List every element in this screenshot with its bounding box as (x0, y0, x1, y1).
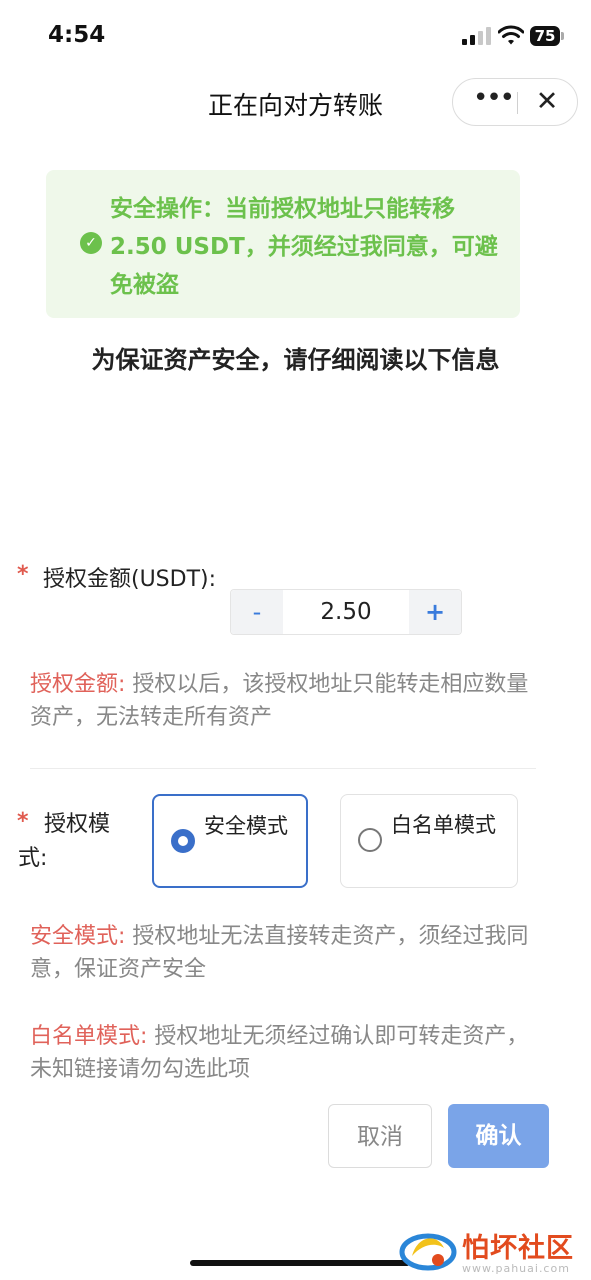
battery-tip (561, 32, 564, 40)
amount-label: 授权金额(USDT): (43, 567, 217, 592)
required-mark: * (17, 809, 29, 834)
divider (30, 768, 536, 769)
mini-program-capsule: ••• ✕ (452, 78, 578, 126)
amount-stepper: - 2.50 + (230, 589, 462, 635)
amount-description: 授权金额: 授权以后，该授权地址只能转走相应数量资产，无法转走所有资产 (30, 668, 550, 734)
safe-mode-description: 安全模式: 授权地址无法直接转走资产，须经过我同意，保证资产安全 (30, 920, 550, 986)
battery-icon: 75 (530, 26, 560, 46)
safe-mode-description-title: 安全模式: (30, 924, 126, 949)
watermark-logo (399, 1233, 457, 1271)
radio-unselected-icon[interactable] (358, 828, 382, 852)
increase-button[interactable]: + (409, 590, 461, 634)
whitelist-mode-description-title: 白名单模式: (30, 1024, 148, 1049)
wifi-icon (498, 25, 524, 45)
mode-option-safe[interactable]: 安全模式 (152, 794, 308, 888)
whitelist-mode-description: 白名单模式: 授权地址无须经过确认即可转走资产，未知链接请勿勾选此项 (30, 1020, 550, 1086)
close-icon[interactable]: ✕ (529, 79, 565, 125)
status-time: 4:54 (48, 22, 106, 48)
amount-input[interactable]: 2.50 (283, 590, 409, 634)
required-mark: * (17, 562, 29, 587)
check-circle-icon: ✓ (80, 232, 102, 254)
more-dots-icon[interactable]: ••• (473, 79, 515, 125)
mode-option-whitelist[interactable]: 白名单模式 (340, 794, 518, 888)
cellular-signal-icon (462, 27, 492, 45)
home-indicator (190, 1260, 410, 1266)
capsule-divider (517, 92, 518, 114)
watermark-url: www.pahuai.com (462, 1262, 570, 1275)
decrease-button[interactable]: - (231, 590, 283, 634)
mode-option-label: 白名单模式 (391, 813, 496, 837)
mode-label: 授权模式: (18, 812, 111, 871)
read-carefully-note: 为保证资产安全，请仔细阅读以下信息 (91, 346, 500, 374)
radio-selected-icon[interactable] (171, 829, 195, 853)
cancel-button[interactable]: 取消 (328, 1104, 432, 1168)
mode-option-label: 安全模式 (204, 814, 288, 838)
confirm-button[interactable]: 确认 (448, 1104, 549, 1168)
amount-description-title: 授权金额: (30, 672, 126, 697)
security-notice-text: 安全操作：当前授权地址只能转移2.50 USDT，并须经过我同意，可避免被盗 (110, 196, 498, 298)
watermark-name: 怕坏社区 (462, 1233, 574, 1264)
